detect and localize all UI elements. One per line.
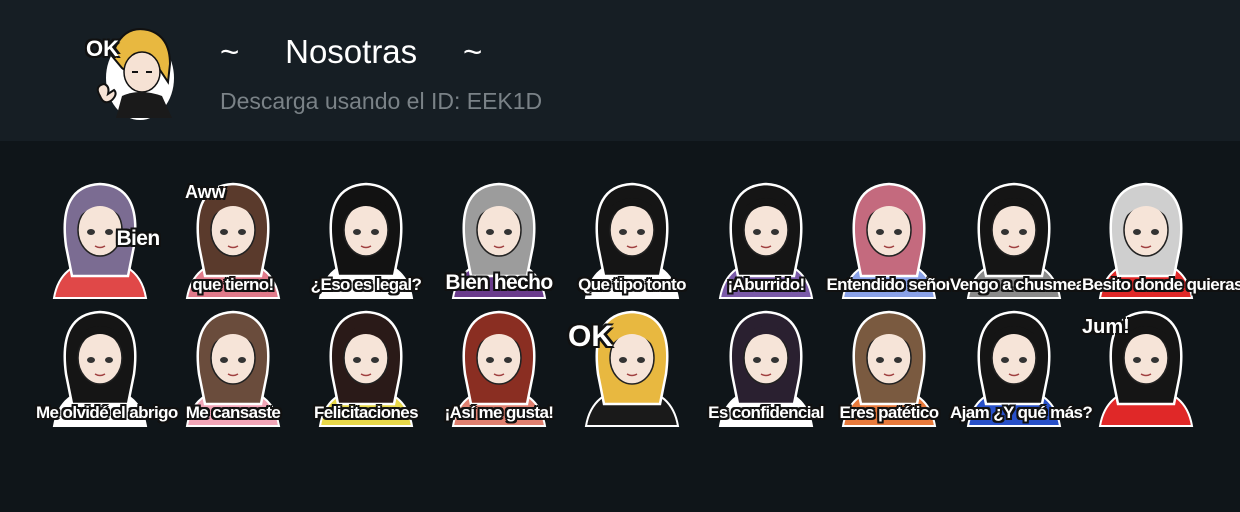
sticker-caption: Felicitaciones — [313, 403, 419, 422]
sticker-caption: Me olvidé el abrigo — [36, 403, 178, 422]
sticker-caption: Besito donde quieras — [1082, 275, 1240, 294]
sticker-entendido-senor[interactable]: Entendido señor — [825, 176, 953, 301]
avatar-ok-text: OK — [86, 36, 119, 61]
sticker-exclaim-text: Aww — [185, 182, 226, 202]
sticker-bien[interactable]: Bien — [36, 176, 164, 301]
sticker-exclaim-text: OK — [568, 320, 613, 353]
sticker-que-tierno[interactable]: Aww que tierno! — [169, 176, 297, 301]
sticker-bien-hecho[interactable]: Bien hecho — [435, 176, 563, 301]
sticker-jum[interactable]: Jum! — [1082, 304, 1210, 429]
sticker-caption: ¡Aburrido! — [727, 275, 805, 294]
sticker-caption: Que tipo tonto — [578, 275, 686, 294]
sticker-aburrido[interactable]: ¡Aburrido! — [702, 176, 830, 301]
sticker-es-confidencial[interactable]: Es confidencial — [702, 304, 830, 429]
sticker-ok[interactable]: OK — [568, 304, 696, 429]
sticker-caption: Eres patético — [839, 403, 940, 422]
sticker-eres-patetico[interactable]: Eres patético — [825, 304, 953, 429]
sticker-caption: que tierno! — [192, 275, 274, 294]
sticker-caption: Vengo a chusmear — [950, 275, 1091, 294]
sticker-asi-me-gusta[interactable]: ¡Así me gusta! — [435, 304, 563, 429]
sticker-vengo-a-chusmear[interactable]: Vengo a chusmear — [950, 176, 1091, 301]
page-title: ~ Nosotras ~ — [220, 33, 483, 70]
sticker-me-cansaste[interactable]: Me cansaste — [169, 304, 297, 429]
sticker-caption: Ajam ¿Y qué más? — [950, 403, 1093, 422]
sticker-felicitaciones[interactable]: Felicitaciones — [302, 304, 430, 429]
sticker-caption: ¿Eso es legal? — [310, 275, 422, 294]
download-id-text: Descarga usando el ID: EEK1D — [220, 88, 543, 114]
sticker-caption: Es confidencial — [708, 403, 824, 422]
sticker-pack-header: OK ~ Nosotras ~ Descarga usando el ID: E… — [0, 0, 1240, 141]
sticker-caption: Bien hecho — [445, 271, 553, 294]
avatar-art — [96, 28, 174, 120]
sticker-besito-donde-quieras[interactable]: Besito donde quieras — [1082, 176, 1240, 301]
sticker-que-tipo-tonto[interactable]: Que tipo tonto — [568, 176, 696, 301]
sticker-ajam-y-que-mas[interactable]: Ajam ¿Y qué más? — [950, 304, 1093, 429]
sticker-caption: Entendido señor — [826, 275, 952, 294]
pack-avatar: OK — [82, 18, 176, 122]
sticker-eso-es-legal[interactable]: ¿Eso es legal? — [302, 176, 430, 301]
sticker-exclaim-text: Jum! — [1082, 316, 1130, 338]
sticker-me-olvide-el-abrigo[interactable]: Me olvidé el abrigo — [36, 304, 178, 429]
sticker-caption: Me cansaste — [185, 403, 281, 422]
sticker-caption: ¡Así me gusta! — [444, 403, 554, 422]
